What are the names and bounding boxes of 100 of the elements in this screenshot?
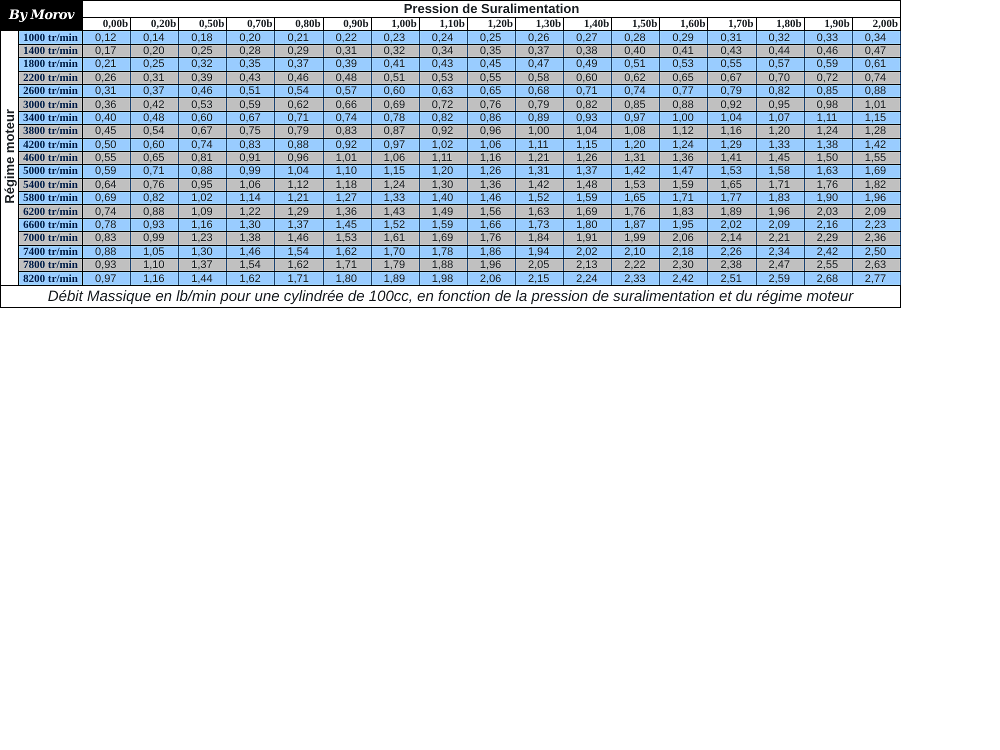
table-cell: 1,62 — [274, 258, 324, 272]
table-cell: 0,37 — [274, 58, 324, 72]
table-cell: 0,66 — [323, 98, 372, 112]
row-header: 8200 tr/min — [18, 272, 83, 286]
table-cell: 0,62 — [274, 98, 324, 112]
table-cell: 2,03 — [804, 204, 852, 218]
table-cell: 0,51 — [371, 71, 420, 84]
table-cell: 1,06 — [467, 138, 516, 152]
table-cell: 1,37 — [564, 164, 612, 178]
table-cell: 0,51 — [226, 84, 275, 98]
table-cell: 1,24 — [660, 138, 708, 152]
table-cell: 0,67 — [226, 111, 275, 125]
table-cell: 1,86 — [467, 245, 516, 259]
table-cell: 0,92 — [323, 138, 372, 152]
table-cell: 0,20 — [226, 30, 275, 44]
table-cell: 1,29 — [274, 204, 324, 218]
table-cell: 1,82 — [852, 178, 900, 192]
table-cell: 1,21 — [516, 151, 564, 165]
column-header: 1,90b — [804, 18, 852, 31]
table-cell: 1,38 — [226, 232, 275, 246]
table-cell: 1,30 — [178, 245, 227, 259]
table-cell: 2,02 — [708, 218, 756, 232]
table-cell: 0,53 — [419, 71, 468, 84]
table-cell: 0,58 — [516, 71, 564, 84]
table-cell: 1,08 — [612, 124, 660, 138]
table-cell: 0,32 — [371, 44, 420, 58]
column-header: 0,50b — [178, 18, 227, 31]
table-cell: 0,60 — [564, 71, 612, 84]
table-cell: 1,24 — [371, 178, 420, 192]
table-cell: 0,57 — [323, 84, 372, 98]
table-cell: 0,92 — [419, 124, 468, 138]
table-cell: 1,54 — [226, 258, 275, 272]
table-cell: 0,59 — [82, 164, 131, 178]
table-cell: 2,23 — [852, 218, 900, 232]
table-cell: 0,72 — [804, 71, 852, 84]
table-cell: 1,00 — [516, 124, 564, 138]
table-cell: 1,76 — [612, 204, 660, 218]
column-header: 1,10b — [419, 18, 468, 31]
table-cell: 1,26 — [564, 151, 612, 165]
table-cell: 0,75 — [226, 124, 275, 138]
table-cell: 1,71 — [756, 178, 804, 192]
table-cell: 1,78 — [419, 245, 468, 259]
table-cell: 0,29 — [274, 44, 324, 58]
table-cell: 0,78 — [82, 218, 131, 232]
table-cell: 0,65 — [467, 84, 516, 98]
table-cell: 2,33 — [612, 272, 660, 286]
table-cell: 1,76 — [467, 232, 516, 246]
table-cell: 2,42 — [660, 272, 708, 286]
table-cell: 0,96 — [467, 124, 516, 138]
table-cell: 1,00 — [660, 111, 708, 125]
table-cell: 1,11 — [516, 138, 564, 152]
table-cell: 0,74 — [323, 111, 372, 125]
row-header: 6200 tr/min — [18, 204, 83, 218]
table-cell: 0,53 — [178, 98, 227, 112]
table-cell: 0,83 — [226, 138, 275, 152]
table-cell: 0,83 — [323, 124, 372, 138]
table-cell: 0,85 — [804, 84, 852, 98]
table-cell: 1,31 — [516, 164, 564, 178]
table-cell: 1,41 — [708, 151, 756, 165]
column-header: 0,70b — [226, 18, 275, 31]
table-cell: 1,04 — [274, 164, 324, 178]
table-cell: 0,70 — [756, 71, 804, 84]
column-header: 0,90b — [323, 18, 372, 31]
table-cell: 0,82 — [756, 84, 804, 98]
table-cell: 0,41 — [660, 44, 708, 58]
table-cell: 0,78 — [371, 111, 420, 125]
table-cell: 1,42 — [612, 164, 660, 178]
column-header: 0,20b — [130, 18, 179, 31]
table-cell: 1,49 — [419, 204, 468, 218]
table-cell: 0,69 — [371, 98, 420, 112]
table-cell: 0,31 — [708, 30, 756, 44]
table-cell: 0,81 — [178, 151, 227, 165]
table-cell: 0,46 — [804, 44, 852, 58]
table-cell: 0,35 — [467, 44, 516, 58]
table-cell: 0,95 — [756, 98, 804, 112]
row-header: 3800 tr/min — [18, 124, 83, 138]
table-cell: 1,09 — [178, 204, 227, 218]
table-cell: 2,30 — [660, 258, 708, 272]
table-cell: 1,28 — [852, 124, 900, 138]
table-cell: 1,89 — [371, 272, 420, 286]
table-cell: 1,36 — [323, 204, 372, 218]
table-cell: 2,22 — [612, 258, 660, 272]
table-cell: 0,34 — [419, 44, 468, 58]
table-cell: 2,34 — [756, 245, 804, 259]
column-header: 2,00b — [852, 18, 900, 31]
table-cell: 1,80 — [564, 218, 612, 232]
table-cell: 1,71 — [274, 272, 324, 286]
table-cell: 0,98 — [804, 98, 852, 112]
table-cell: 0,55 — [467, 71, 516, 84]
table-cell: 2,68 — [804, 272, 852, 286]
table-cell: 1,47 — [660, 164, 708, 178]
table-cell: 0,65 — [660, 71, 708, 84]
table-cell: 0,88 — [660, 98, 708, 112]
table-cell: 2,18 — [660, 245, 708, 259]
table-cell: 1,02 — [178, 192, 227, 205]
table-cell: 0,48 — [130, 111, 179, 125]
table-cell: 0,41 — [371, 58, 420, 72]
table-cell: 0,14 — [130, 30, 179, 44]
table-cell: 1,48 — [564, 178, 612, 192]
table-cell: 1,12 — [660, 124, 708, 138]
